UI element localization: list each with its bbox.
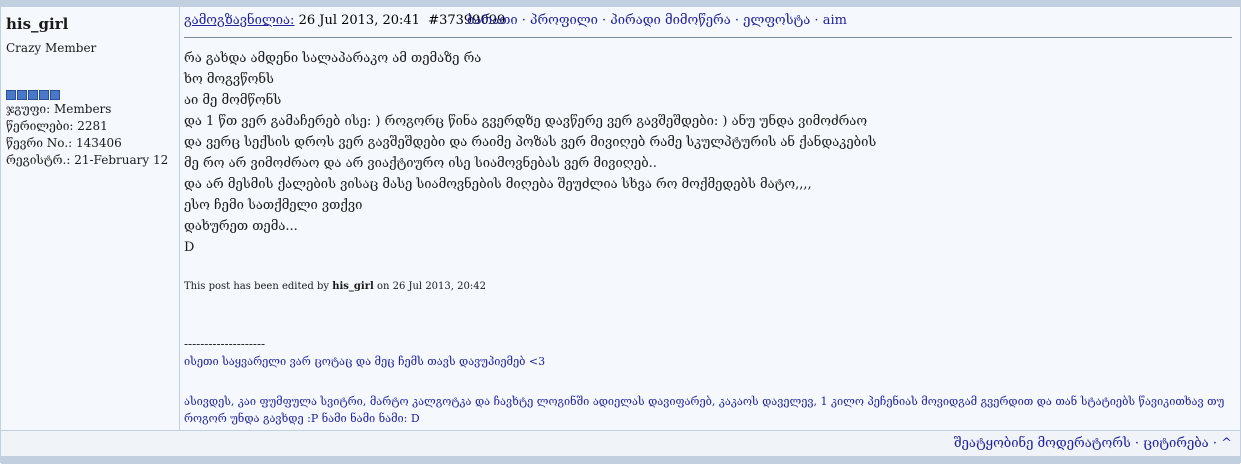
author-stats: ჯგუფი: Members წერილები: 2281 წევრი No.:… (6, 101, 168, 169)
posted-label-link[interactable]: გამოგზავნილია: (184, 13, 294, 28)
post-body-line: ხო მოგვწონს (184, 72, 274, 87)
post-action-links[interactable]: შეატყობინე მოდერატორს · ციტირება · ^ (954, 436, 1232, 451)
forum-post: his_girl Crazy Member ჯგუფი: Members წერ… (0, 0, 1241, 464)
rank-pip-icon (6, 90, 16, 100)
post-body-line: და ვერც სექსის დროს ვერ გავშეშდები და რა… (184, 135, 877, 150)
post-header: გამოგზავნილია: 26 Jul 2013, 20:41 #37399… (184, 13, 847, 28)
author-username[interactable]: his_girl (6, 15, 68, 33)
rank-pip-icon (50, 90, 60, 100)
post-body-line: რა გახდა ამდენი სალაპარაკო ამ თემაზე რა (184, 51, 482, 66)
author-contact-links[interactable]: ბარათი · პროფილი · პირადი მიმოწერა · ელფ… (467, 13, 847, 28)
rank-pip-icon (28, 90, 38, 100)
edit-notice-suffix: on 26 Jul 2013, 20:42 (373, 281, 486, 292)
post-body-line: მე რო არ ვიმოძრაო და არ ვიაქტიურო ისე სი… (184, 156, 657, 171)
signature-line: ასივდეს, კაი ფუმფულა სვიტრი, მარტო კალგო… (184, 395, 1225, 425)
author-post-count: წერილები: 2281 (6, 119, 108, 133)
rank-pip-icon (17, 90, 27, 100)
author-registered: რეგისტრ.: 21-February 12 (6, 153, 169, 167)
rank-pip-icon (39, 90, 49, 100)
post-body-line: ესო ჩემი სათქმელი ვთქვი (184, 198, 363, 213)
author-group: ჯგუფი: Members (6, 102, 112, 116)
rank-pips (6, 90, 60, 100)
post-body-line: და 1 წთ ვერ გამაჩერებ ისე: ) როგორც წინა… (184, 114, 868, 129)
signature-separator: -------------------- (184, 337, 266, 351)
edit-notice-user: his_girl (332, 281, 374, 292)
post-actions-bar: შეატყობინე მოდერატორს · ციტირება · ^ (1, 430, 1240, 457)
edit-notice-prefix: This post has been edited by (184, 281, 333, 292)
signature-line: ისეთი საყვარელი ვარ ცოტაც და მეც ჩემს თა… (184, 355, 546, 368)
edit-notice: This post has been edited by his_girl on… (184, 281, 486, 292)
author-rank: Crazy Member (6, 41, 97, 55)
post-date: 26 Jul 2013, 20:41 (294, 13, 420, 28)
author-panel: his_girl Crazy Member ჯგუფი: Members წერ… (1, 7, 180, 430)
post-body-line: აი მე მომწონს (184, 93, 282, 108)
post-body-line: დახურეთ თემა... (184, 219, 298, 234)
post-body-line: D (184, 240, 195, 255)
post-body-line: და არ მესმის ქალების ვისაც მასე სიამოვნე… (184, 177, 812, 192)
header-divider (184, 37, 1232, 38)
author-member-number: წევრი No.: 143406 (6, 136, 122, 150)
post-body: რა გახდა ამდენი სალაპარაკო ამ თემაზე რა … (184, 48, 876, 258)
post-content-panel: გამოგზავნილია: 26 Jul 2013, 20:41 #37399… (180, 7, 1240, 430)
